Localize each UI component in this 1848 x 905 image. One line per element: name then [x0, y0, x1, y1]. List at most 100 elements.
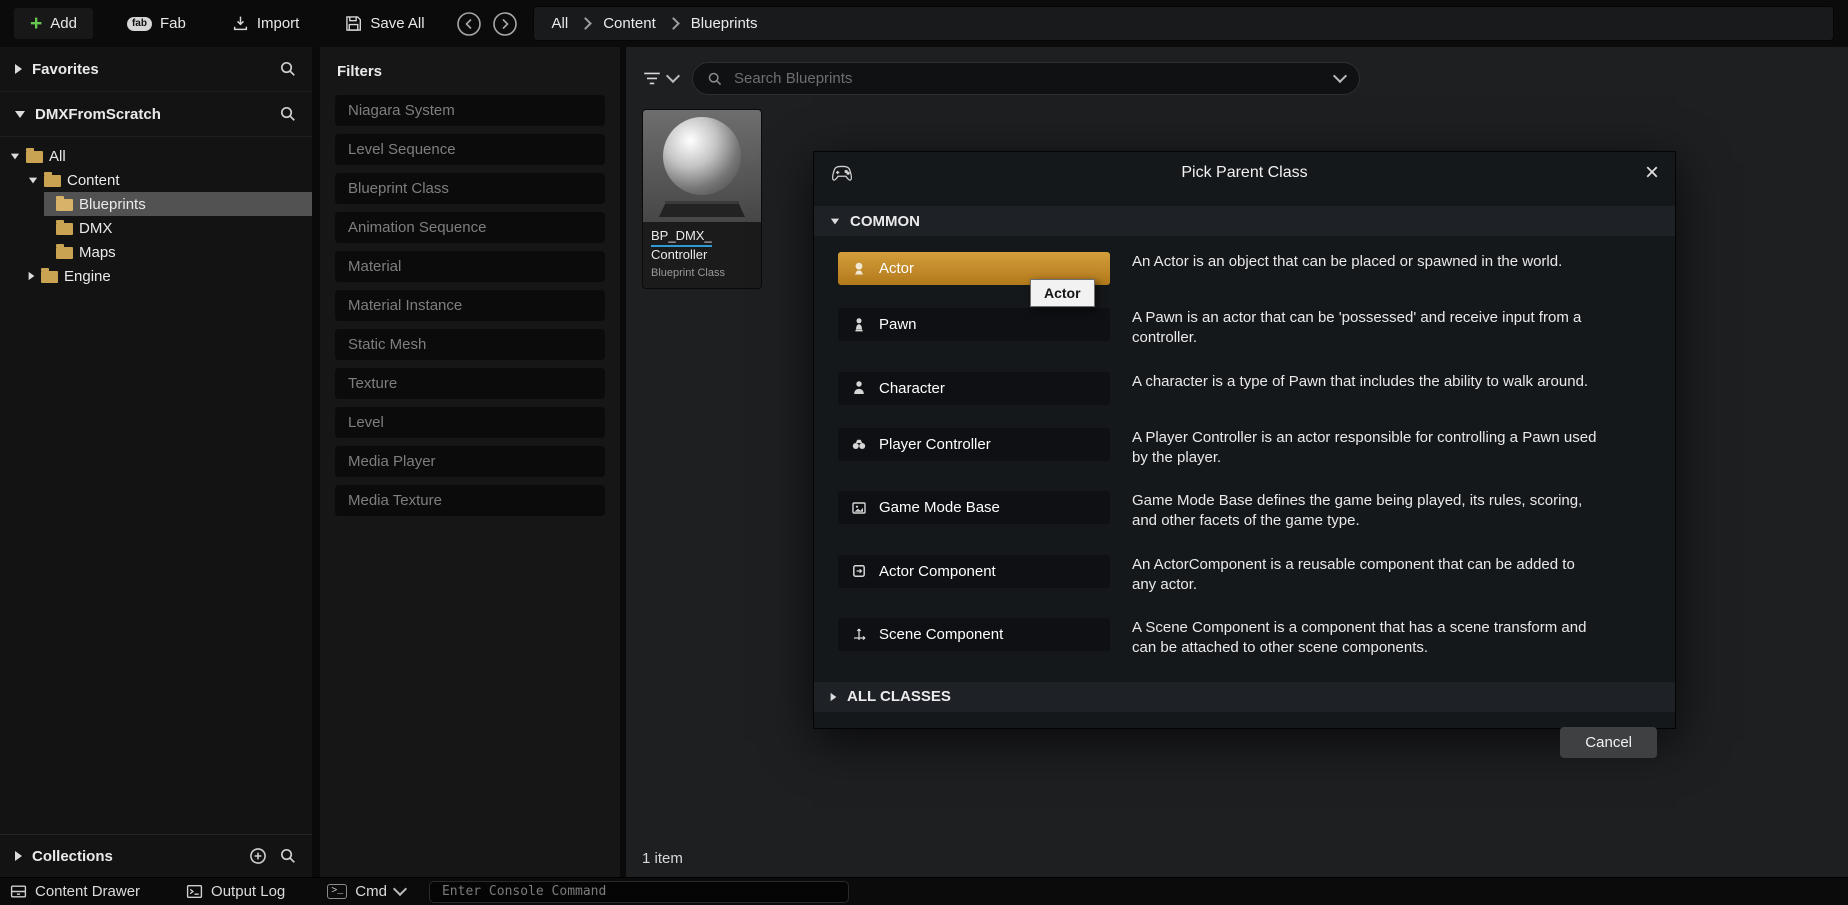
favorites-header[interactable]: Favorites: [0, 47, 312, 92]
collections-label: Collections: [32, 848, 113, 865]
actor-component-icon: [851, 563, 867, 579]
filter-pill[interactable]: Media Player: [335, 446, 605, 477]
dialog-header: Pick Parent Class ×: [814, 152, 1675, 194]
search-input[interactable]: [732, 69, 1326, 88]
filter-pill[interactable]: Blueprint Class: [335, 173, 605, 204]
project-search-icon[interactable]: [279, 105, 297, 123]
unreal-editor-window: + Add fab Fab Import Save All: [0, 0, 1848, 905]
filter-pill[interactable]: Media Texture: [335, 485, 605, 516]
asset-tile-bp-dmx-controller[interactable]: BP_DMX_ Controller Blueprint Class: [642, 109, 762, 289]
search-bar[interactable]: [692, 62, 1360, 95]
filter-pill[interactable]: Niagara System: [335, 95, 605, 126]
class-row-game-mode-base: Game Mode Base Game Mode Base defines th…: [838, 491, 1655, 532]
breadcrumb-all[interactable]: All: [552, 15, 569, 32]
content-drawer-icon: [10, 883, 27, 900]
folder-icon: [56, 223, 73, 235]
sources-panel: Favorites DMXFromScratch: [0, 47, 312, 877]
folder-icon: [56, 199, 73, 211]
filter-pill[interactable]: Level Sequence: [335, 134, 605, 165]
tree-item-dmx[interactable]: DMX: [0, 216, 312, 240]
console-command-bar[interactable]: [429, 881, 849, 903]
folder-icon: [44, 175, 61, 187]
asset-type: Blueprint Class: [651, 267, 753, 280]
cmd-dropdown[interactable]: >_ Cmd: [327, 883, 405, 900]
filter-dropdown-button[interactable]: [642, 70, 678, 88]
save-all-button[interactable]: Save All: [333, 8, 436, 39]
class-button-scene-component[interactable]: Scene Component: [838, 618, 1110, 651]
class-button-character[interactable]: Character: [838, 372, 1110, 405]
collections-bar[interactable]: Collections: [0, 834, 312, 877]
expand-right-icon: [15, 851, 22, 861]
add-button[interactable]: + Add: [14, 8, 93, 39]
class-button-actor-component[interactable]: Actor Component: [838, 555, 1110, 588]
search-icon: [707, 71, 723, 87]
main-toolbar: + Add fab Fab Import Save All: [0, 0, 1848, 47]
filter-pill[interactable]: Level: [335, 407, 605, 438]
nav-back-button[interactable]: [455, 10, 483, 38]
nav-forward-button[interactable]: [491, 10, 519, 38]
fab-button[interactable]: fab Fab: [115, 8, 198, 39]
filter-pill[interactable]: Static Mesh: [335, 329, 605, 360]
collections-search-icon[interactable]: [279, 847, 297, 865]
item-count: 1 item: [642, 850, 683, 867]
funnel-icon: [642, 70, 662, 88]
chevron-down-icon: [393, 882, 407, 896]
class-row-pawn: Pawn A Pawn is an actor that can be 'pos…: [838, 308, 1655, 349]
class-description: A Scene Component is a component that ha…: [1132, 618, 1602, 659]
output-log-button[interactable]: Output Log: [186, 883, 285, 900]
console-command-input[interactable]: [440, 883, 838, 900]
favorites-search-icon[interactable]: [279, 60, 297, 78]
common-section-header[interactable]: COMMON: [814, 206, 1675, 236]
asset-name-line1[interactable]: BP_DMX_: [651, 228, 712, 247]
tree-label: Maps: [79, 244, 116, 261]
add-collection-icon[interactable]: [249, 847, 267, 865]
chevron-down-icon[interactable]: [1333, 69, 1347, 83]
panel-divider[interactable]: [312, 47, 320, 877]
tree-item-all[interactable]: All: [0, 144, 312, 168]
class-button-pawn[interactable]: Pawn: [838, 308, 1110, 341]
class-row-actor-component: Actor Component An ActorComponent is a r…: [838, 555, 1655, 596]
import-icon: [232, 15, 249, 32]
cmd-label: Cmd: [355, 883, 387, 900]
project-header[interactable]: DMXFromScratch: [0, 92, 312, 137]
chevron-right-icon: [579, 17, 592, 30]
cancel-button[interactable]: Cancel: [1560, 727, 1657, 758]
plus-icon: +: [30, 17, 42, 31]
expand-right-icon: [29, 272, 35, 280]
class-description: Game Mode Base defines the game being pl…: [1132, 491, 1602, 532]
all-classes-section-header[interactable]: ALL CLASSES: [814, 682, 1675, 712]
class-row-scene-component: Scene Component A Scene Component is a c…: [838, 618, 1655, 659]
expand-down-icon: [15, 111, 25, 118]
expand-down-icon: [11, 153, 19, 159]
plinth: [665, 201, 739, 204]
class-list: Actor An Actor is an object that can be …: [814, 236, 1675, 659]
filter-pill[interactable]: Texture: [335, 368, 605, 399]
favorites-label: Favorites: [32, 61, 99, 78]
class-button-game-mode-base[interactable]: Game Mode Base: [838, 491, 1110, 524]
class-row-actor: Actor An Actor is an object that can be …: [838, 252, 1655, 285]
tree-item-engine[interactable]: Engine: [0, 264, 312, 288]
player-controller-icon: [851, 436, 867, 452]
class-name: Player Controller: [879, 436, 991, 453]
content-drawer-button[interactable]: Content Drawer: [10, 883, 140, 900]
sphere-preview: [663, 117, 741, 195]
tree-label: DMX: [79, 220, 112, 237]
fab-label: Fab: [160, 15, 186, 32]
output-log-label: Output Log: [211, 883, 285, 900]
class-name: Scene Component: [879, 626, 1003, 643]
import-button[interactable]: Import: [220, 8, 312, 39]
class-gamepad-icon: [830, 161, 854, 185]
breadcrumb-content[interactable]: Content: [603, 15, 656, 32]
scene-component-icon: [851, 627, 867, 643]
breadcrumb-blueprints[interactable]: Blueprints: [691, 15, 758, 32]
class-button-player-controller[interactable]: Player Controller: [838, 428, 1110, 461]
filter-pill[interactable]: Material: [335, 251, 605, 282]
filter-pill[interactable]: Material Instance: [335, 290, 605, 321]
pawn-icon: [851, 317, 867, 333]
filter-pill[interactable]: Animation Sequence: [335, 212, 605, 243]
tree-item-maps[interactable]: Maps: [0, 240, 312, 264]
expand-down-icon: [29, 177, 37, 183]
close-icon[interactable]: ×: [1645, 163, 1659, 183]
tree-item-blueprints[interactable]: Blueprints: [0, 192, 312, 216]
tree-item-content[interactable]: Content: [0, 168, 312, 192]
